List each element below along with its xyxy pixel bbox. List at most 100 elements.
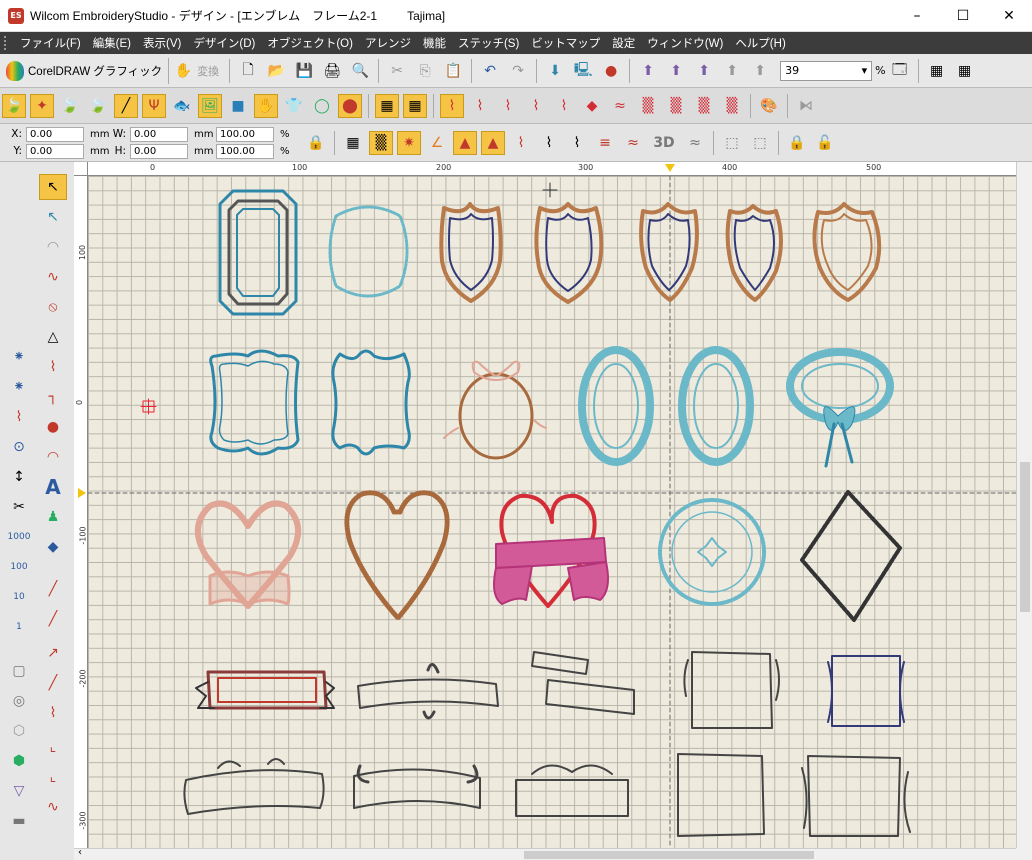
hatch-leaf-icon[interactable]: 🍃 [86,94,110,118]
paste-icon[interactable]: 📋 [441,59,465,83]
run-stitch-icon[interactable]: ┐ [39,384,67,410]
effect-angle-icon[interactable]: ∠ [425,131,449,155]
zoom-select[interactable]: 39 ▾ [780,60,873,81]
horizontal-scroll-thumb[interactable] [524,851,814,859]
coreldraw-button[interactable]: CorelDRAW グラフィック [0,57,170,84]
text-icon[interactable]: A [39,474,67,500]
menu-stitch[interactable]: ステッチ(S) [452,35,525,51]
freehand-icon[interactable]: ∿ [39,264,67,290]
vertical-scroll-thumb[interactable] [1020,462,1030,612]
scroll-left-icon[interactable]: ‹ [78,847,82,858]
new-icon[interactable]: 🗋 [236,59,260,83]
lock-icon[interactable]: 🔒 [785,131,809,155]
effect-lines-icon[interactable]: ≡ [593,131,617,155]
color-dots-icon[interactable]: ⬤ [338,93,362,118]
nudge-1000-icon[interactable]: 1000 [5,524,33,550]
y-field[interactable]: 0.00 [26,143,84,159]
menu-view[interactable]: 表示(V) [137,35,187,51]
menu-functions[interactable]: 機能 [417,35,452,51]
people-icon[interactable]: ♟ [39,504,67,530]
horizontal-scrollbar[interactable]: ‹ [74,847,1016,860]
offset-icon[interactable]: ◎ [5,688,33,714]
heart-ornate[interactable] [195,500,301,609]
frame-floral-rect[interactable] [683,651,780,729]
effect-comb-icon[interactable]: ⌇ [537,131,561,155]
grid-icon[interactable]: ▦ [925,59,949,83]
nudge-10-icon[interactable]: 10 [5,584,33,610]
print-icon[interactable]: 🖨 [320,59,344,83]
table-alt-icon[interactable]: ▦ [403,93,427,118]
menu-object[interactable]: オブジェクト(O) [261,35,359,51]
round-wreath[interactable] [658,498,766,606]
spool-icon[interactable]: ⊙ [5,434,33,460]
effect-peak-icon[interactable]: ▲ [453,130,477,155]
line-1-icon[interactable]: ╱ [39,576,67,602]
leaf-fill-icon[interactable]: 🍃 [2,93,26,118]
stitch-player-icon[interactable]: ⬇ [543,59,567,83]
copy-icon[interactable]: ⎘ [413,59,437,83]
arrow-line-icon[interactable]: ↗ [39,640,67,666]
scissors-icon[interactable]: ✂ [5,494,33,520]
group-icon[interactable]: ⬚ [720,131,744,155]
frame-sketch-rect[interactable] [677,753,765,837]
banner-vine[interactable] [183,758,325,815]
shield-2[interactable] [534,202,604,304]
menu-bitmap[interactable]: ビットマップ [525,35,606,51]
print-preview-icon[interactable]: 🔍 [348,59,372,83]
frame-scalloped-2[interactable] [331,349,411,456]
frame-floral-oval[interactable] [328,205,409,298]
node-line-icon[interactable]: ╱ [114,93,138,118]
menu-window[interactable]: ウィンドウ(W) [641,35,729,51]
shapes-icon[interactable]: ■ [226,94,250,118]
upload-icon[interactable]: ⬆ [692,59,716,83]
open-folder-icon[interactable]: 📂 [264,59,288,83]
convert-icon[interactable]: ✋ [171,59,195,83]
menu-grip[interactable] [4,36,8,50]
color-palette-icon[interactable]: 🎨 [757,94,781,118]
cut-icon[interactable]: ✂ [385,59,409,83]
pattern-fill-icon[interactable]: ✦ [30,93,54,118]
frame-ornate-oval-2[interactable] [678,346,754,466]
arc-icon[interactable]: ◠ [39,234,67,260]
applique-icon[interactable]: ▢ [5,658,33,684]
maximize-button[interactable]: ☐ [940,0,986,32]
hexagon-icon[interactable]: ⬡ [5,718,33,744]
stitch-type-10-icon[interactable]: ▒ [692,94,716,118]
save-icon[interactable]: 💾 [292,59,316,83]
stitch-type-11-icon[interactable]: ▒ [720,94,744,118]
outline-leaf-icon[interactable]: 🍃 [58,94,82,118]
lock-proportions-icon[interactable]: 🔒 [304,131,328,155]
heart-ribbon[interactable] [493,493,609,608]
hatch-line-icon[interactable]: ╱ [39,670,67,696]
color-film-icon[interactable]: ● [599,59,623,83]
corner-3-icon[interactable]: ⌞ [39,764,67,790]
w-field[interactable]: 0.00 [130,126,188,142]
machine-upload-icon[interactable]: ⬆ [720,59,744,83]
ruler-marker-icon[interactable] [665,164,675,172]
stitch-type-5-icon[interactable]: ⌇ [552,94,576,118]
design-canvas[interactable] [88,176,1016,848]
stitch-type-4-icon[interactable]: ⌇ [524,94,548,118]
shirt-icon[interactable]: 👕 [282,94,306,118]
corner-1-icon[interactable]: ⌞ [39,734,67,760]
menu-edit[interactable]: 編集(E) [87,35,137,51]
minimize-button[interactable]: – [894,0,940,32]
w-percent-field[interactable]: 100.00 [216,126,274,142]
heart-fringed[interactable] [344,490,450,621]
knife-icon[interactable]: ⦸ [39,294,67,320]
frame-leaf-rect[interactable] [515,764,629,817]
wave-tool-icon[interactable]: ∿ [39,794,67,820]
effect-peak-alt-icon[interactable]: ▲ [481,130,505,155]
ungroup-icon[interactable]: ⬚ [748,131,772,155]
effect-fill-icon[interactable]: ▒ [369,130,393,155]
stitch-type-3-icon[interactable]: ⌇ [496,94,520,118]
fish-icon[interactable]: 🐟 [170,94,194,118]
line-3-icon[interactable]: ╱ [39,606,67,632]
triangle-icon[interactable]: ▽ [5,778,33,804]
zoom-box-icon[interactable]: 🗔 [888,59,912,83]
effect-star-icon[interactable]: ✷ [397,130,421,155]
diamond-leafy[interactable] [800,490,902,622]
banner-double-scroll[interactable] [353,764,481,809]
effect-zigzag-icon[interactable]: ⌇ [509,131,533,155]
banner-scroll[interactable] [531,651,635,715]
